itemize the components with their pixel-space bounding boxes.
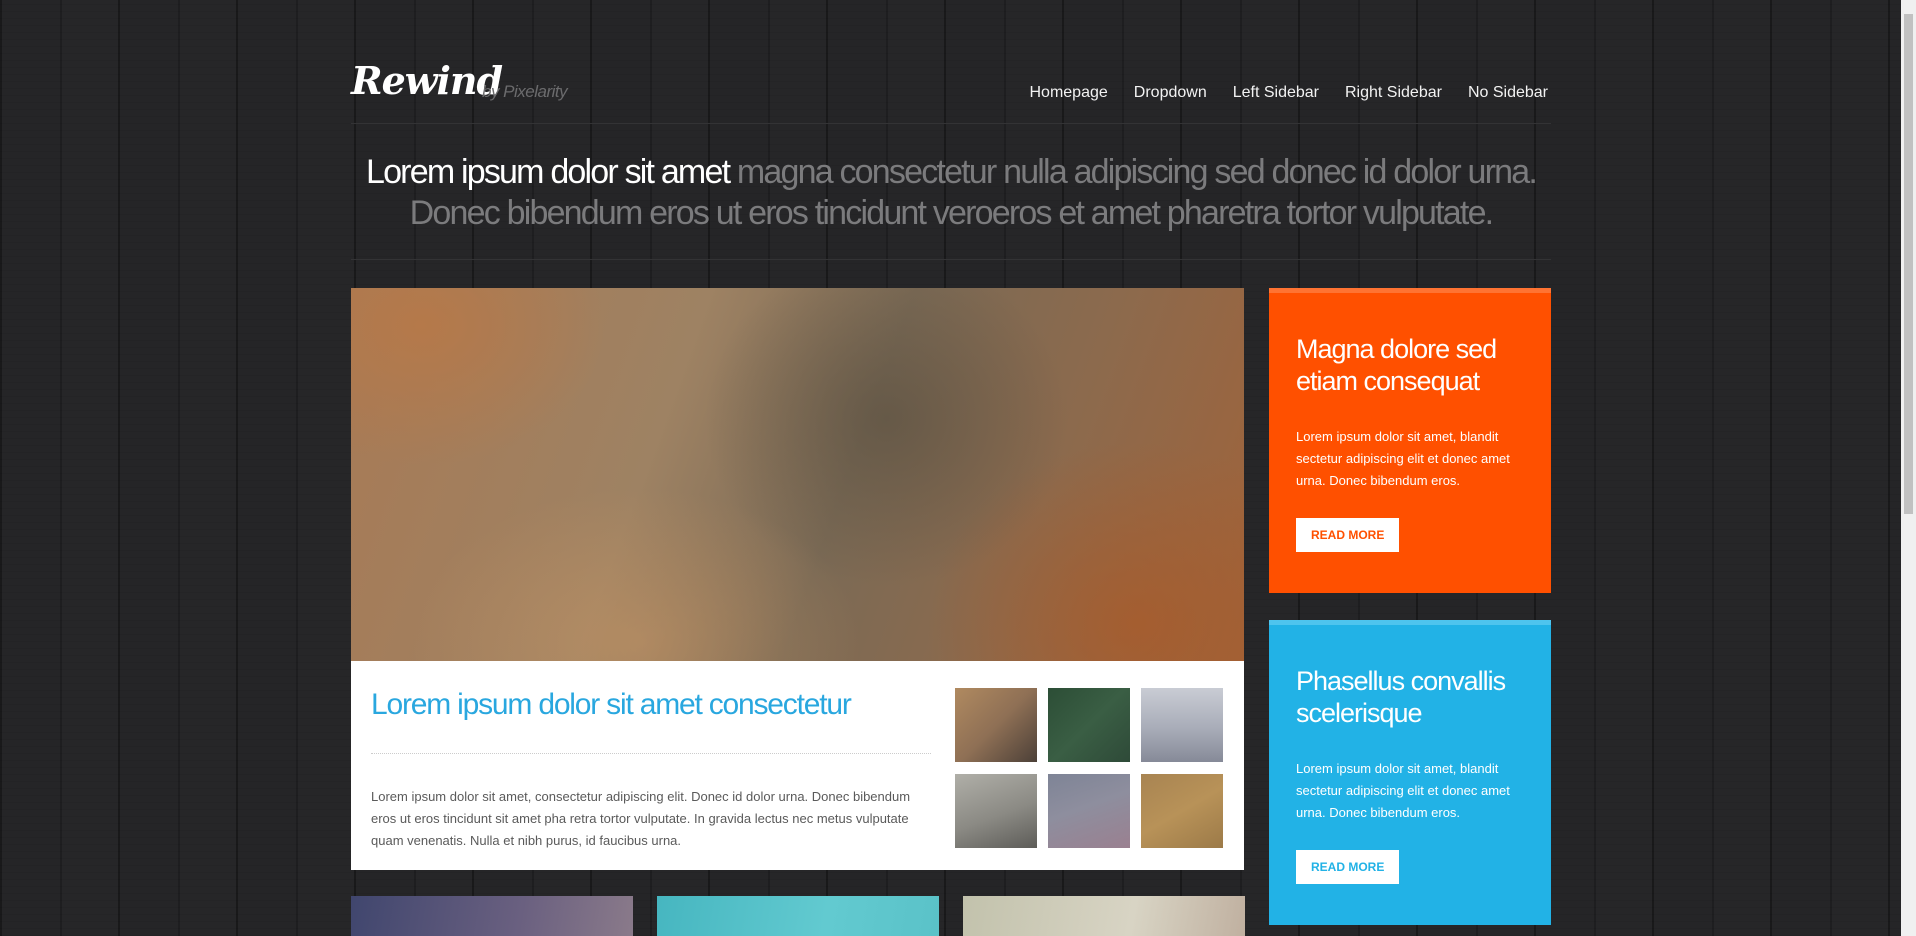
gallery-thumbnail[interactable] [955, 774, 1037, 848]
card-title: Magna dolore sed etiam consequat [1296, 334, 1497, 396]
gallery-thumbnail[interactable] [1141, 774, 1223, 848]
site-header: Rewind by Pixelarity Homepage Dropdown L… [351, 0, 1551, 124]
nav-item-dropdown[interactable]: Dropdown [1134, 84, 1207, 102]
card-text: Lorem ipsum dolor sit amet, blandit sect… [1296, 429, 1510, 488]
bottom-tile-image[interactable] [351, 896, 633, 936]
banner-strong-text: Lorem ipsum dolor sit amet [365, 153, 731, 191]
site-logo[interactable]: Rewind [351, 58, 503, 103]
read-more-button[interactable]: READ MORE [1296, 850, 1400, 884]
main-nav: Homepage Dropdown Left Sidebar Right Sid… [1030, 84, 1549, 102]
bottom-tile-image[interactable] [657, 896, 939, 936]
nav-item-no-sidebar[interactable]: No Sidebar [1468, 84, 1548, 102]
scrollbar-thumb[interactable] [1904, 14, 1913, 514]
gallery-thumbnail[interactable] [1141, 688, 1223, 762]
nav-item-right-sidebar[interactable]: Right Sidebar [1345, 84, 1442, 102]
feature-image[interactable] [351, 288, 1244, 661]
intro-banner: Lorem ipsum dolor sit amet magna consect… [351, 124, 1551, 260]
nav-item-homepage[interactable]: Homepage [1030, 84, 1108, 102]
page-container: Rewind by Pixelarity Homepage Dropdown L… [351, 0, 1551, 936]
gallery-thumbnail[interactable] [1048, 774, 1130, 848]
feature-text: Lorem ipsum dolor sit amet, consectetur … [371, 789, 911, 848]
card-text: Lorem ipsum dolor sit amet, blandit sect… [1296, 761, 1510, 820]
feature-body: Lorem ipsum dolor sit amet consectetur L… [351, 661, 1244, 870]
sidebar-card-orange: Magna dolore sed etiam consequat Lorem i… [1269, 288, 1551, 593]
gallery-thumbnail[interactable] [955, 688, 1037, 762]
nav-item-left-sidebar[interactable]: Left Sidebar [1233, 84, 1319, 102]
gallery-thumbnail[interactable] [1048, 688, 1130, 762]
card-title: Phasellus convallis scelerisque [1296, 666, 1506, 728]
sidebar-card-blue: Phasellus convallis scelerisque Lorem ip… [1269, 620, 1551, 925]
read-more-button[interactable]: READ MORE [1296, 518, 1400, 552]
thumbnail-gallery [955, 688, 1225, 848]
feature-divider [371, 753, 931, 754]
feature-article: Lorem ipsum dolor sit amet consectetur L… [351, 288, 1244, 870]
bottom-tile-image[interactable] [963, 896, 1245, 936]
feature-title[interactable]: Lorem ipsum dolor sit amet consectetur [371, 688, 852, 722]
vertical-scrollbar[interactable] [1901, 0, 1916, 936]
site-byline: by Pixelarity [482, 82, 568, 101]
